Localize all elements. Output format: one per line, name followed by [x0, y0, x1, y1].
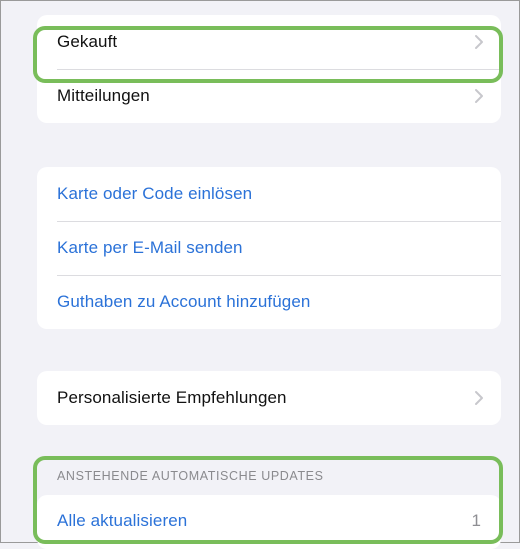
recommendations-group: Personalisierte Empfehlungen — [37, 371, 501, 425]
add-funds-link[interactable]: Guthaben zu Account hinzufügen — [57, 292, 310, 312]
gift-card-group: Karte oder Code einlösen Karte per E-Mai… — [37, 167, 501, 329]
updates-group: Alle aktualisieren 1 — [37, 495, 501, 549]
settings-screen: Gekauft Mitteilungen Karte oder Code ein… — [0, 0, 520, 549]
redeem-row[interactable]: Karte oder Code einlösen — [37, 167, 501, 221]
send-card-link[interactable]: Karte per E-Mail senden — [57, 238, 243, 258]
add-funds-row[interactable]: Guthaben zu Account hinzufügen — [37, 275, 501, 329]
pending-update-count: 1 — [471, 511, 481, 530]
pending-updates-header: ANSTEHENDE AUTOMATISCHE UPDATES — [57, 469, 324, 483]
purchased-row[interactable]: Gekauft — [37, 15, 501, 69]
personalized-recommendations-label: Personalisierte Empfehlungen — [57, 388, 287, 407]
send-card-row[interactable]: Karte per E-Mail senden — [37, 221, 501, 275]
account-group: Gekauft Mitteilungen — [37, 15, 501, 123]
update-all-row[interactable]: Alle aktualisieren 1 — [37, 495, 501, 549]
chevron-right-icon — [473, 33, 485, 51]
purchased-label: Gekauft — [57, 32, 118, 51]
personalized-recommendations-row[interactable]: Personalisierte Empfehlungen — [37, 371, 501, 425]
chevron-right-icon — [473, 87, 485, 105]
notifications-label: Mitteilungen — [57, 86, 150, 105]
update-all-link[interactable]: Alle aktualisieren — [57, 511, 187, 531]
chevron-right-icon — [473, 389, 485, 407]
redeem-link[interactable]: Karte oder Code einlösen — [57, 184, 252, 204]
notifications-row[interactable]: Mitteilungen — [37, 69, 501, 123]
